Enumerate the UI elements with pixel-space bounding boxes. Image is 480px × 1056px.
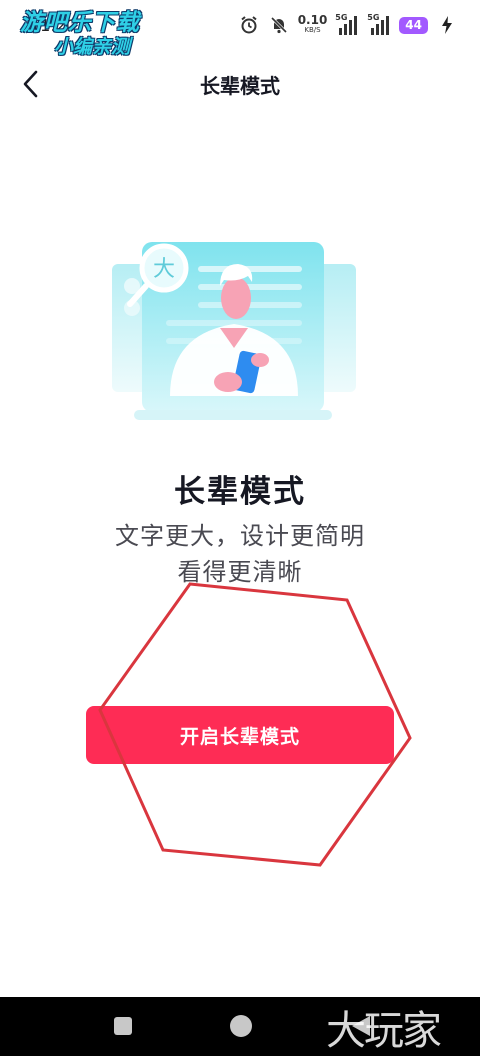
feature-description: 文字更大，设计更简明 看得更清晰: [0, 518, 480, 590]
illustration-glyph: 大: [153, 257, 175, 282]
status-bar: 11:20 游吧乐下载 小编亲测 0.10 KB/S 5G 5G 44: [0, 0, 480, 58]
charging-icon: [436, 14, 458, 36]
network-speed-value: 0.10: [297, 13, 328, 27]
battery-indicator: 44: [399, 16, 428, 34]
feature-desc-line1: 文字更大，设计更简明: [115, 522, 365, 550]
signal-icon-1: 5G: [335, 13, 359, 35]
signal-icon-2: 5G: [367, 13, 391, 35]
enable-elder-mode-button[interactable]: 开启长辈模式: [86, 706, 394, 764]
page-title: 长辈模式: [200, 74, 280, 98]
home-button[interactable]: [230, 1015, 252, 1037]
elder-mode-illustration: 大: [108, 236, 360, 424]
network-speed-unit: KB/S: [304, 26, 321, 34]
watermark-line1: 游吧乐下载: [20, 10, 140, 36]
feature-desc-line2: 看得更清晰: [177, 558, 303, 586]
status-icons: 0.10 KB/S 5G 5G 44: [238, 13, 458, 36]
network-speed: 0.10 KB/S: [297, 13, 328, 35]
watermark-bottom: 大玩家: [326, 1008, 442, 1054]
recent-apps-button[interactable]: [114, 1017, 132, 1035]
watermark-line2: 小编亲测: [53, 36, 130, 58]
feature-title: 长辈模式: [174, 474, 306, 510]
watermark-logo: 游吧乐下载 小编亲测: [14, 10, 146, 58]
signal-1-tag: 5G: [335, 13, 348, 22]
mute-bell-icon: [268, 14, 290, 36]
signal-2-tag: 5G: [367, 13, 380, 22]
header: 长辈模式: [0, 60, 480, 108]
alarm-icon: [238, 14, 260, 36]
